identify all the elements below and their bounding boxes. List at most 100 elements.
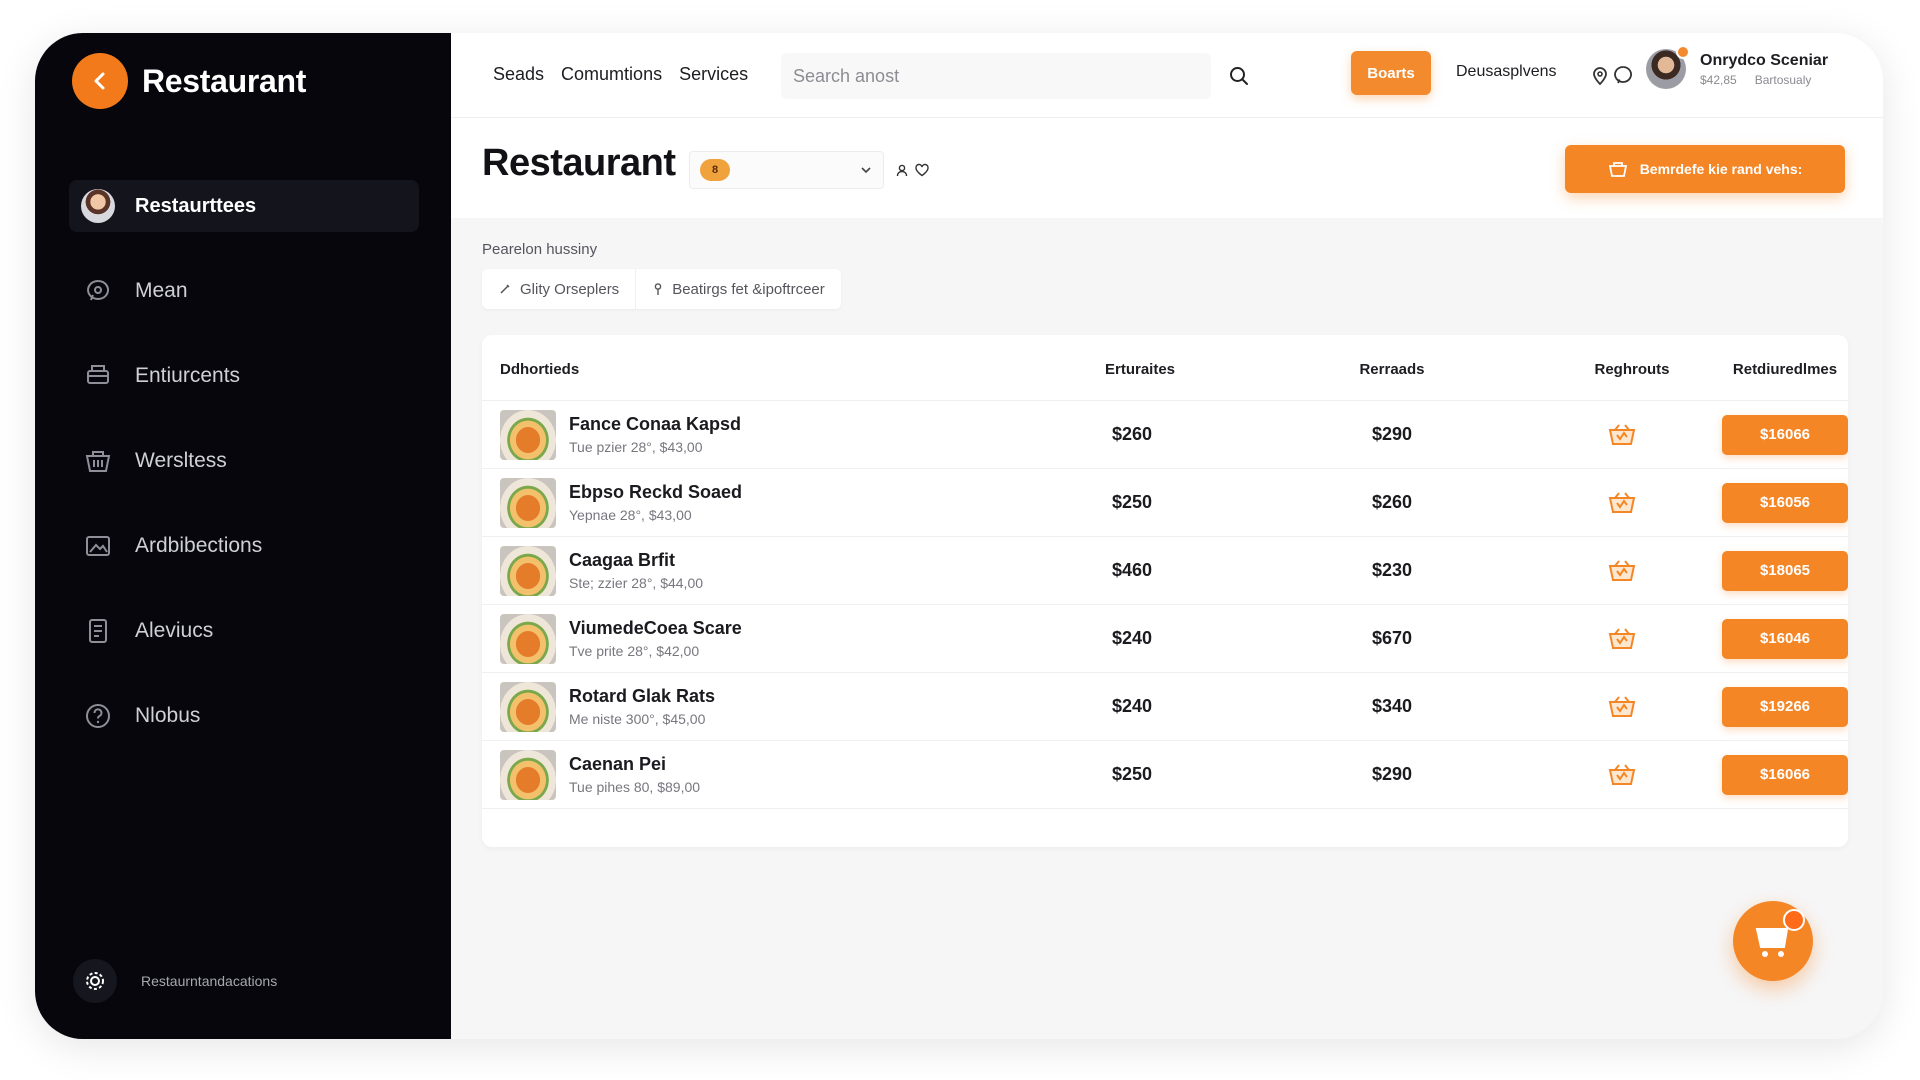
main-content: Seads Comumtions Services Boarts Deusasp… bbox=[451, 33, 1883, 1039]
dish-image bbox=[500, 613, 556, 664]
sidebar-item-entiurcents[interactable]: Entiurcents bbox=[69, 350, 419, 402]
user-menu[interactable]: Onrydco Sceniar $42,85 Bartosualy bbox=[1646, 45, 1829, 89]
printer-icon bbox=[81, 359, 115, 393]
restaurant-select[interactable]: 8 bbox=[689, 151, 884, 189]
filter-chip[interactable]: Glity Orseplers bbox=[482, 269, 637, 309]
heart-icon bbox=[915, 163, 929, 177]
gear-icon bbox=[86, 972, 104, 990]
basket-icon[interactable] bbox=[1607, 694, 1637, 720]
chip-label: Beatirgs fet &ipoftrceer bbox=[672, 280, 825, 298]
sidebar-nav: Restaurttees Mean Entiurcents Wersltess bbox=[69, 180, 419, 775]
price-cell: $260 bbox=[1371, 492, 1413, 512]
price-cell: $260 bbox=[1111, 424, 1153, 444]
sidebar: Restaurant Restaurttees Mean Entiurcents bbox=[35, 33, 451, 1039]
cart-fab-button[interactable] bbox=[1733, 901, 1813, 981]
price-cell: $460 bbox=[1111, 560, 1153, 580]
sidebar-item-nlobus[interactable]: Nlobus bbox=[69, 690, 419, 742]
favorite-button[interactable] bbox=[913, 161, 931, 179]
topbar: Seads Comumtions Services Boarts Deusasp… bbox=[451, 33, 1883, 118]
sidebar-item-label: Nlobus bbox=[135, 704, 201, 727]
price-cell: $240 bbox=[1111, 696, 1153, 716]
dish-details: Tue pihes 80, $89,00 bbox=[569, 779, 701, 795]
row-action-button[interactable]: $16066 bbox=[1722, 414, 1848, 455]
sidebar-item-ardbibections[interactable]: Ardbibections bbox=[69, 520, 419, 572]
dish-image bbox=[500, 409, 556, 460]
top-nav-item[interactable]: Comumtions bbox=[561, 64, 662, 85]
search-button[interactable] bbox=[1224, 61, 1254, 91]
table-row[interactable]: Rotard Glak Rats Me niste 300°, $45,00 $2… bbox=[482, 673, 1848, 741]
user-filter-button[interactable] bbox=[893, 161, 911, 179]
avatar-icon bbox=[81, 189, 115, 223]
column-header: Rerraads bbox=[1359, 361, 1425, 378]
primary-cta-button[interactable]: Bemrdefe kie rand vehs: bbox=[1565, 145, 1845, 193]
basket-icon[interactable] bbox=[1607, 490, 1637, 516]
document-icon bbox=[81, 614, 115, 648]
sidebar-item-label: Entiurcents bbox=[135, 364, 241, 387]
settings-button[interactable] bbox=[73, 959, 117, 1003]
boarts-button[interactable]: Boarts bbox=[1351, 51, 1431, 95]
dish-name: Rotard Glak Rats bbox=[569, 686, 716, 706]
price-cell: $290 bbox=[1371, 424, 1413, 444]
column-header: Retdiuredlmes bbox=[1732, 361, 1838, 378]
menu-table: Ddhortieds Erturaites Rerraads Reghrouts… bbox=[482, 335, 1848, 847]
basket-icon[interactable] bbox=[1607, 558, 1637, 584]
price-cell: $340 bbox=[1371, 696, 1413, 716]
dish-name: ViumedeCoea Scare bbox=[569, 618, 742, 638]
sidebar-item-label: Restaurttees bbox=[135, 194, 257, 217]
row-action-button[interactable]: $16046 bbox=[1722, 618, 1848, 659]
footer-label: Restaurntandacations bbox=[141, 973, 278, 989]
sidebar-item-restaurants[interactable]: Restaurttees bbox=[69, 180, 419, 232]
column-header: Erturaites bbox=[1104, 361, 1176, 378]
row-action-button[interactable]: $19266 bbox=[1722, 686, 1848, 727]
dish-image bbox=[500, 545, 556, 596]
basket-icon[interactable] bbox=[1607, 762, 1637, 788]
top-nav: Seads Comumtions Services bbox=[493, 64, 748, 85]
table-row[interactable]: Ebpso Reckd Soaed Yepnae 28°, $43,00 $250… bbox=[482, 469, 1848, 537]
dish-details: Tue pzier 28°, $43,00 bbox=[569, 439, 703, 455]
user-name: Onrydco Sceniar bbox=[1700, 51, 1829, 69]
row-action-button[interactable]: $16066 bbox=[1722, 754, 1848, 795]
table-row[interactable]: Caenan Pei Tue pihes 80, $89,00 $250 $290… bbox=[482, 741, 1848, 809]
dish-details: Yepnae 28°, $43,00 bbox=[569, 507, 692, 523]
user-icon bbox=[896, 164, 908, 177]
filter-chip[interactable]: Beatirgs fet &ipoftrceer bbox=[636, 269, 841, 309]
search-box bbox=[781, 53, 1211, 99]
search-input[interactable] bbox=[793, 65, 1211, 87]
column-header: Ddhortieds bbox=[500, 361, 580, 378]
table-row[interactable]: ViumedeCoea Scare Tve prite 28°, $42,00 $… bbox=[482, 605, 1848, 673]
pin-icon bbox=[654, 283, 662, 295]
price-cell: $240 bbox=[1111, 628, 1153, 648]
messages-button[interactable] bbox=[1609, 61, 1637, 89]
pen-icon bbox=[500, 284, 510, 294]
row-action-button[interactable]: $18065 bbox=[1722, 550, 1848, 591]
filter-chips: Glity Orseplers Beatirgs fet &ipoftrceer bbox=[482, 269, 841, 309]
top-nav-item[interactable]: Services bbox=[679, 64, 748, 85]
basket-icon[interactable] bbox=[1607, 422, 1637, 448]
sidebar-item-aleviucs[interactable]: Aleviucs bbox=[69, 605, 419, 657]
cart-badge bbox=[1783, 909, 1805, 931]
sidebar-footer: Restaurntandacations bbox=[73, 959, 277, 1003]
price-cell: $250 bbox=[1111, 764, 1153, 784]
app-window: Restaurant Restaurttees Mean Entiurcents bbox=[35, 33, 1883, 1039]
basket-icon[interactable] bbox=[1607, 626, 1637, 652]
table-row[interactable]: Caagaa Brfit Ste; zzier 28°, $44,00 $460 … bbox=[482, 537, 1848, 605]
back-button[interactable] bbox=[72, 53, 128, 109]
dish-details: Ste; zzier 28°, $44,00 bbox=[569, 575, 704, 591]
top-link[interactable]: Deusasplvens bbox=[1456, 63, 1557, 81]
sidebar-item-wersltess[interactable]: Wersltess bbox=[69, 435, 419, 487]
row-action-button[interactable]: $16056 bbox=[1722, 482, 1848, 523]
dish-image bbox=[500, 749, 556, 800]
sidebar-item-mean[interactable]: Mean bbox=[69, 265, 419, 317]
sidebar-item-label: Wersltess bbox=[135, 449, 227, 472]
location-icon bbox=[1593, 67, 1607, 86]
page-header: Restaurant 8 Bemrdefe kie rand vehs: bbox=[451, 118, 1883, 218]
brand-title: Restaurant bbox=[142, 62, 307, 99]
table-row[interactable]: Fance Conaa Kapsd Tue pzier 28°, $43,00 $… bbox=[482, 401, 1848, 469]
dish-image bbox=[500, 681, 556, 732]
price-cell: $670 bbox=[1371, 628, 1413, 648]
chat-icon bbox=[81, 274, 115, 308]
sidebar-item-label: Ardbibections bbox=[135, 534, 263, 557]
dish-image bbox=[500, 477, 556, 528]
chip-label: Glity Orseplers bbox=[520, 280, 620, 298]
top-nav-item[interactable]: Seads bbox=[493, 64, 544, 85]
